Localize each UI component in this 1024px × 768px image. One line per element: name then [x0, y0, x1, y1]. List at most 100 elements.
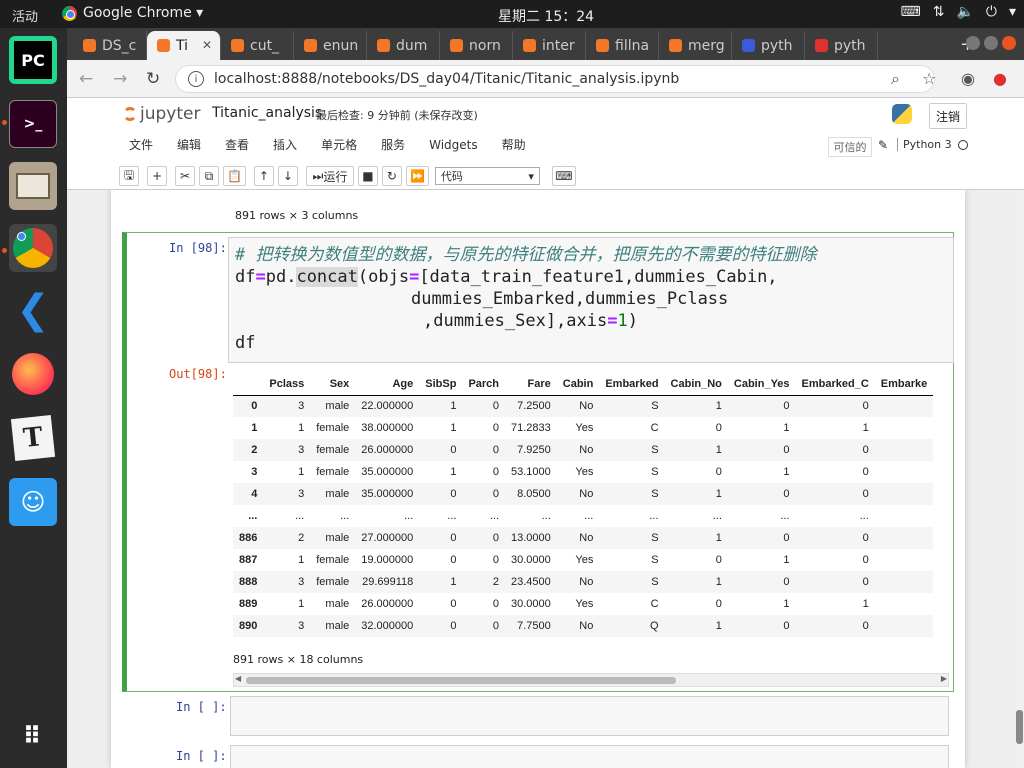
insert-cell-below-icon[interactable]: +	[147, 166, 167, 186]
table-cell: S	[651, 466, 659, 478]
empty-code-cell[interactable]	[230, 745, 949, 768]
run-button[interactable]: ⏭ 运行	[305, 166, 354, 186]
browser-tab[interactable]: merg	[659, 31, 732, 60]
browser-tab-active[interactable]: Ti ✕	[147, 31, 221, 60]
cell-type-select[interactable]: 代码 ▾	[434, 167, 540, 185]
table-cell: 0	[450, 620, 457, 632]
pycharm-icon[interactable]: PC	[9, 36, 57, 84]
close-tab-icon[interactable]: ✕	[202, 38, 212, 52]
copy-icon[interactable]: ⧉	[199, 166, 219, 186]
table-cell: 1	[450, 400, 457, 413]
app-name: Google Chrome ▾	[83, 5, 204, 21]
url-input[interactable]: i localhost:8888/notebooks/DS_day04/Tita…	[175, 65, 935, 93]
typora-icon[interactable]: T	[9, 414, 57, 462]
extension-icon[interactable]: ●	[993, 69, 1007, 88]
browser-tab[interactable]: fillna	[586, 31, 659, 60]
maximize-icon[interactable]	[984, 36, 998, 50]
page-scroll-thumb[interactable]	[1016, 710, 1023, 744]
interrupt-icon[interactable]: ■	[357, 166, 378, 186]
menu-help[interactable]: 帮助	[490, 136, 538, 154]
code-editor[interactable]: # 把转换为数值型的数据，与原先的特征做合并，把原先的不需要的特征删除 df=p…	[228, 237, 954, 363]
table-cell: 35.000000	[361, 488, 414, 500]
table-cell: No	[579, 532, 594, 544]
firefox-icon[interactable]	[9, 350, 57, 398]
system-tray[interactable]: ⌨ ⇅ 🔈 ⏻ ▾	[901, 4, 1017, 20]
power-icon[interactable]: ⏻	[986, 4, 997, 20]
menu-view[interactable]: 查看	[213, 136, 261, 154]
chevron-down-icon[interactable]: ▾	[1009, 4, 1016, 20]
network-icon[interactable]: ⇅	[933, 4, 945, 20]
command-palette-keyboard-icon[interactable]: ⌨	[551, 166, 576, 186]
app-menu[interactable]: Google Chrome ▾	[62, 5, 203, 21]
forward-icon[interactable]: →	[113, 69, 127, 89]
browser-tab[interactable]: DS_c	[73, 31, 147, 60]
activities-button[interactable]: 活动	[12, 6, 38, 25]
jupyter-favicon-icon	[669, 39, 682, 52]
logout-button[interactable]: 注销	[929, 103, 967, 129]
notebook-name[interactable]: Titanic_analysis	[212, 105, 322, 121]
table-cell: 3	[298, 620, 305, 632]
files-icon[interactable]	[9, 162, 57, 210]
restart-run-all-icon[interactable]: ⏩	[405, 166, 429, 186]
row-index: 890	[239, 620, 258, 632]
table-cell: 1	[298, 466, 305, 478]
jupyter-logo[interactable]: jupyter	[123, 104, 200, 124]
table-row: 4 3 male 35.000000 0 0 8.0500 No S 1 0 0	[233, 483, 934, 505]
menu-insert[interactable]: 插入	[261, 136, 309, 154]
row-index: 1	[251, 422, 258, 434]
zoom-icon[interactable]: ⌕	[891, 69, 900, 89]
browser-tab[interactable]: enun	[294, 31, 367, 60]
bookmark-star-icon[interactable]: ☆	[922, 69, 936, 88]
table-cell: C	[650, 598, 659, 610]
scroll-left-icon[interactable]: ◀	[235, 674, 241, 683]
browser-tab[interactable]: pyth	[732, 31, 805, 60]
page-scrollbar[interactable]	[1015, 190, 1024, 768]
minimize-icon[interactable]	[966, 36, 980, 50]
menu-edit[interactable]: 编辑	[165, 136, 213, 154]
move-up-icon[interactable]: ↑	[253, 166, 274, 186]
browser-tab[interactable]: norn	[440, 31, 513, 60]
terminal-icon[interactable]: >_	[9, 100, 57, 148]
scroll-right-icon[interactable]: ▶	[941, 674, 947, 683]
close-window-icon[interactable]	[1002, 36, 1016, 50]
table-cell: 22.000000	[361, 400, 414, 413]
site-info-icon[interactable]: i	[188, 71, 204, 87]
paste-icon[interactable]: 📋	[223, 166, 246, 186]
tab-label: pyth	[761, 37, 793, 54]
table-cell: 0	[715, 466, 722, 478]
running-indicator	[2, 120, 7, 125]
browser-tab[interactable]: pyth	[805, 31, 878, 60]
volume-icon[interactable]: 🔈	[956, 4, 973, 20]
show-apps-icon[interactable]: ⠿	[9, 712, 57, 760]
menu-file[interactable]: 文件	[117, 136, 165, 154]
notebook-area[interactable]: 891 rows × 3 columns In [98]: # 把转换为数值型的…	[67, 190, 1015, 768]
trusted-indicator[interactable]: 可信的	[828, 137, 872, 157]
move-down-icon[interactable]: ↓	[277, 166, 298, 186]
horizontal-scroll-thumb[interactable]	[246, 677, 676, 684]
jupyter-header: jupyter Titanic_analysis 最后检查: 9 分钟前 (未保…	[67, 98, 1024, 190]
menu-kernel[interactable]: 服务	[369, 136, 417, 154]
chrome-dock-icon[interactable]	[9, 224, 57, 272]
kernel-name[interactable]: Python 3	[897, 138, 952, 151]
code-line: df=pd.concat(objs=[data_train_feature1,d…	[235, 267, 778, 287]
menu-widgets[interactable]: Widgets	[417, 136, 490, 154]
reload-icon[interactable]: ↻	[146, 69, 160, 89]
browser-tab[interactable]: dum	[367, 31, 440, 60]
qq-icon[interactable]: ☺	[9, 478, 57, 526]
cut-icon[interactable]: ✂	[175, 166, 195, 186]
browser-tab[interactable]: inter	[513, 31, 586, 60]
clock[interactable]: 星期二 15：24	[498, 6, 594, 26]
menu-cell[interactable]: 单元格	[309, 136, 369, 154]
restart-icon[interactable]: ↻	[381, 166, 402, 186]
save-icon[interactable]: 🖫	[119, 166, 139, 186]
table-row: 3 1 female 35.000000 1 0 53.1000 Yes S 0 1 0	[233, 461, 933, 483]
browser-tab[interactable]: cut_	[221, 31, 294, 60]
profile-avatar-icon[interactable]: ◉	[961, 69, 975, 88]
vscode-icon[interactable]: ❮	[9, 286, 57, 334]
back-icon[interactable]: ←	[79, 69, 93, 89]
horizontal-scrollbar[interactable]: ◀ ▶	[233, 673, 949, 687]
empty-code-cell[interactable]	[230, 696, 949, 736]
keyboard-icon[interactable]: ⌨	[901, 4, 921, 20]
selected-code-cell[interactable]: In [98]: # 把转换为数值型的数据，与原先的特征做合并，把原先的不需要的…	[122, 232, 954, 692]
code-line: dummies_Embarked,dummies_Pclass	[411, 289, 729, 309]
